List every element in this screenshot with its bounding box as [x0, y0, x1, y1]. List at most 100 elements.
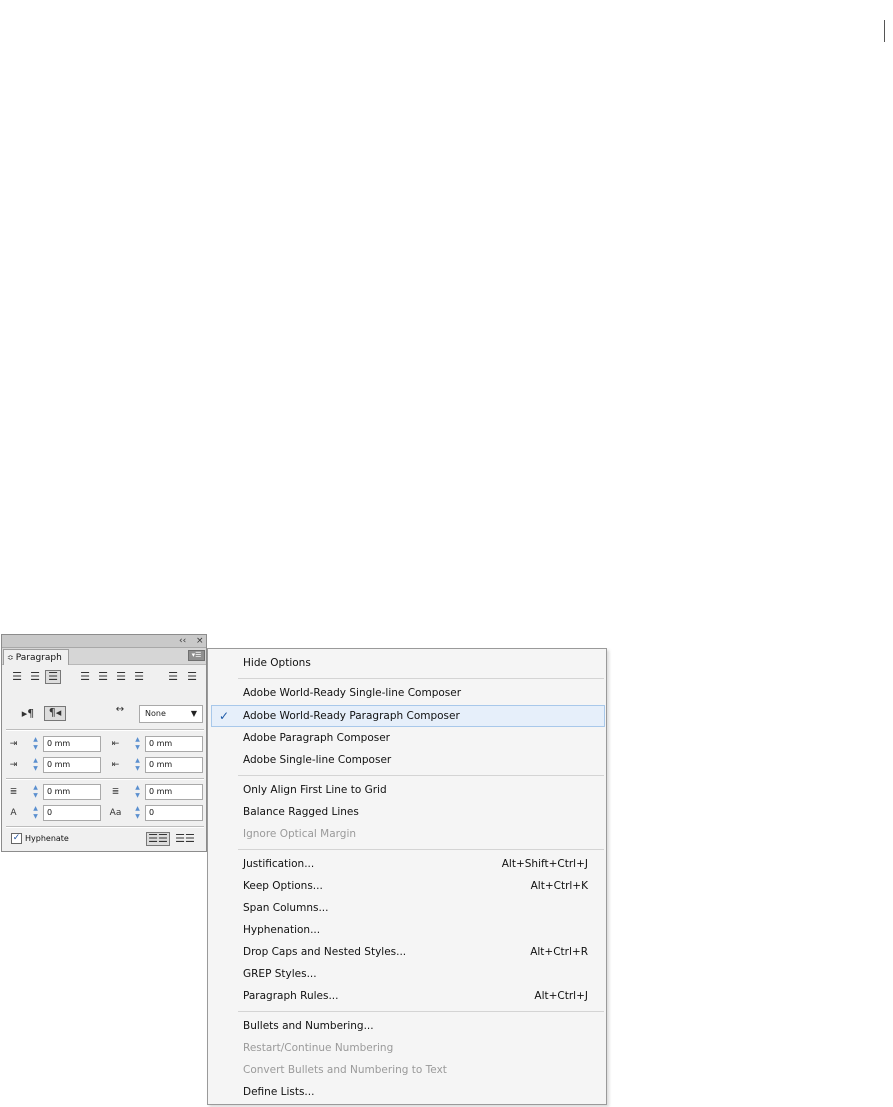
menu-item-span-columns[interactable]: Span Columns...: [208, 897, 606, 919]
menu-separator: [238, 775, 604, 776]
hyphenate-label: Hyphenate: [25, 834, 69, 843]
menu-item-world-ready-paragraph-composer[interactable]: ✓ Adobe World-Ready Paragraph Composer: [211, 705, 605, 727]
menu-item-label: Bullets and Numbering...: [243, 1020, 374, 1032]
menu-item-hide-options[interactable]: Hide Options: [208, 652, 606, 674]
menu-item-label: Justification...: [243, 858, 315, 870]
menu-item-single-line-composer[interactable]: Adobe Single-line Composer: [208, 749, 606, 771]
menu-item-paragraph-rules[interactable]: Paragraph Rules... Alt+Ctrl+J: [208, 985, 606, 1007]
menu-item-world-ready-single-line-composer[interactable]: Adobe World-Ready Single-line Composer: [208, 682, 606, 704]
drop-cap-characters-stepper[interactable]: ▲ ▼: [133, 805, 142, 821]
menu-item-only-align-first-line[interactable]: Only Align First Line to Grid: [208, 779, 606, 801]
menu-item-label: Hide Options: [243, 657, 311, 669]
drop-cap-lines-field[interactable]: 0: [43, 805, 101, 821]
menu-item-label: Adobe World-Ready Paragraph Composer: [243, 710, 460, 722]
space-after-field[interactable]: 0 mm: [145, 784, 203, 800]
kashida-icon: ↔: [115, 704, 125, 715]
panel-menu-button[interactable]: ▾☰: [188, 650, 205, 661]
panel-title-bar[interactable]: ‹‹ ×: [2, 635, 206, 648]
space-before-stepper[interactable]: ▲ ▼: [31, 784, 40, 800]
menu-separator: [238, 849, 604, 850]
drop-cap-lines-stepper[interactable]: ▲ ▼: [31, 805, 40, 821]
right-indent-field[interactable]: 0 mm: [145, 736, 203, 752]
menu-item-shortcut: Alt+Shift+Ctrl+J: [501, 858, 588, 870]
align-center-icon[interactable]: ☰: [28, 670, 42, 684]
tab-paragraph[interactable]: ≎ Paragraph: [3, 649, 69, 665]
menu-item-define-lists[interactable]: Define Lists...: [208, 1081, 606, 1103]
divider: [6, 779, 204, 780]
paragraph-panel: ‹‹ × ≎ Paragraph ▾☰ ☰ ☰ ☰ ☰ ☰ ☰ ☰ ☰ ☰ ▸¶ …: [1, 634, 207, 852]
right-indent-icon: ⇤: [111, 739, 120, 749]
left-indent-field[interactable]: 0 mm: [43, 736, 101, 752]
space-before-icon: ≣: [9, 787, 18, 797]
hyphenate-checkbox[interactable]: ✓: [11, 833, 22, 844]
align-right-icon[interactable]: ☰: [45, 670, 61, 684]
menu-item-label: Hyphenation...: [243, 924, 321, 936]
menu-item-label: Define Lists...: [243, 1086, 315, 1098]
menu-item-label: Convert Bullets and Numbering to Text: [243, 1064, 447, 1076]
menu-item-bullets-numbering[interactable]: Bullets and Numbering...: [208, 1015, 606, 1037]
space-after-stepper[interactable]: ▲ ▼: [133, 784, 142, 800]
menu-item-keep-options[interactable]: Keep Options... Alt+Ctrl+K: [208, 875, 606, 897]
window-edge-mark: [884, 20, 885, 42]
menu-item-label: Drop Caps and Nested Styles...: [243, 946, 407, 958]
drop-cap-characters-field[interactable]: 0: [145, 805, 203, 821]
collapse-panel-button[interactable]: ‹‹: [179, 635, 186, 648]
justify-left-icon[interactable]: ☰: [78, 670, 92, 684]
last-line-indent-field[interactable]: 0 mm: [145, 757, 203, 773]
menu-separator: [238, 1011, 604, 1012]
left-indent-stepper[interactable]: ▲ ▼: [31, 736, 40, 752]
menu-item-label: GREP Styles...: [243, 968, 317, 980]
menu-item-label: Adobe Paragraph Composer: [243, 732, 390, 744]
menu-item-justification[interactable]: Justification... Alt+Shift+Ctrl+J: [208, 853, 606, 875]
dropdown-value: None: [145, 709, 166, 718]
do-not-align-to-baseline-grid-icon[interactable]: ☰☰: [146, 832, 170, 846]
tab-paragraph-label: Paragraph: [15, 653, 62, 663]
menu-item-label: Balance Ragged Lines: [243, 806, 359, 818]
last-line-indent-stepper[interactable]: ▲ ▼: [133, 757, 142, 773]
justify-right-icon[interactable]: ☰: [114, 670, 128, 684]
menu-item-label: Restart/Continue Numbering: [243, 1042, 394, 1054]
menu-item-label: Span Columns...: [243, 902, 329, 914]
menu-item-shortcut: Alt+Ctrl+K: [530, 880, 588, 892]
menu-item-drop-caps-nested-styles[interactable]: Drop Caps and Nested Styles... Alt+Ctrl+…: [208, 941, 606, 963]
align-toward-spine-icon[interactable]: ☰: [166, 670, 180, 684]
menu-item-label: Keep Options...: [243, 880, 323, 892]
space-after-icon: ≣: [111, 787, 120, 797]
first-line-indent-icon: ⇥: [9, 760, 18, 770]
first-line-indent-stepper[interactable]: ▲ ▼: [31, 757, 40, 773]
last-line-indent-icon: ⇤: [111, 760, 120, 770]
first-line-indent-field[interactable]: 0 mm: [43, 757, 101, 773]
drop-cap-lines-icon: A: [10, 808, 17, 818]
close-panel-button[interactable]: ×: [196, 635, 204, 648]
align-away-from-spine-icon[interactable]: ☰: [184, 670, 200, 684]
menu-item-grep-styles[interactable]: GREP Styles...: [208, 963, 606, 985]
menu-item-hyphenation[interactable]: Hyphenation...: [208, 919, 606, 941]
menu-item-balance-ragged-lines[interactable]: Balance Ragged Lines: [208, 801, 606, 823]
menu-item-label: Ignore Optical Margin: [243, 828, 357, 840]
panel-tab-bar: ≎ Paragraph ▾☰: [2, 648, 206, 665]
left-indent-icon: ⇥: [9, 739, 18, 749]
menu-item-label: Only Align First Line to Grid: [243, 784, 387, 796]
drop-cap-style-dropdown[interactable]: None ▼: [139, 705, 203, 723]
menu-item-label: Adobe Single-line Composer: [243, 754, 392, 766]
menu-item-label: Adobe World-Ready Single-line Composer: [243, 687, 462, 699]
tab-expand-arrows-icon: ≎: [7, 653, 14, 662]
right-to-left-paragraph-icon[interactable]: ¶◂: [44, 706, 66, 721]
justify-all-icon[interactable]: ☰: [132, 670, 146, 684]
menu-item-ignore-optical-margin: Ignore Optical Margin: [208, 823, 606, 845]
align-to-baseline-grid-icon[interactable]: ☰☰: [174, 832, 196, 846]
align-left-icon[interactable]: ☰: [10, 670, 24, 684]
justify-center-icon[interactable]: ☰: [96, 670, 110, 684]
menu-item-shortcut: Alt+Ctrl+R: [530, 946, 588, 958]
menu-separator: [238, 678, 604, 679]
paragraph-panel-menu: Hide Options Adobe World-Ready Single-li…: [207, 648, 607, 1105]
menu-item-paragraph-composer[interactable]: Adobe Paragraph Composer: [208, 727, 606, 749]
left-to-right-paragraph-icon[interactable]: ▸¶: [18, 707, 38, 721]
right-indent-stepper[interactable]: ▲ ▼: [133, 736, 142, 752]
chevron-down-icon: ▼: [190, 709, 197, 718]
divider: [6, 730, 204, 731]
menu-item-convert-bullets-to-text: Convert Bullets and Numbering to Text: [208, 1059, 606, 1081]
menu-item-label: Paragraph Rules...: [243, 990, 339, 1002]
menu-item-restart-continue-numbering: Restart/Continue Numbering: [208, 1037, 606, 1059]
space-before-field[interactable]: 0 mm: [43, 784, 101, 800]
